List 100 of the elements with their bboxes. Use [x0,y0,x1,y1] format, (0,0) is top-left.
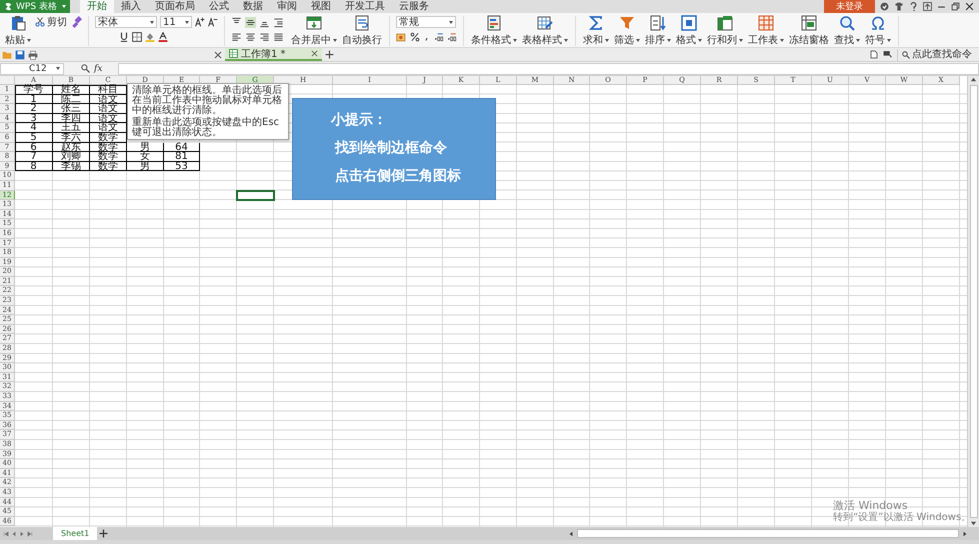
conditional-format-button[interactable]: 条件格式 [470,14,518,47]
omega-icon[interactable] [870,15,886,31]
cell-cursor[interactable] [237,190,274,200]
zoom-icon[interactable] [81,64,90,73]
right-align-icon[interactable] [259,32,270,42]
menu-tab[interactable]: 云服务 [392,0,436,13]
shirt-icon[interactable] [894,2,904,11]
freeze-panes-button[interactable]: 冻结窗格 [788,14,830,47]
cut-button[interactable]: 剪切 [35,15,67,29]
paste-button[interactable]: 粘贴 [4,14,32,47]
wrap-text-button[interactable]: 自动换行 [341,14,383,47]
login-button[interactable]: 未登录 [824,0,875,13]
pin-icon[interactable] [923,2,932,11]
number-format-dropdown[interactable]: 常规 [396,16,456,28]
underline-icon[interactable] [119,32,129,42]
cell-grid-icon[interactable] [681,15,697,31]
table-cell: 女 [127,152,164,162]
name-box[interactable]: C12 [0,62,64,74]
help-icon[interactable] [909,2,918,11]
merge-cells-icon[interactable] [306,15,322,31]
table-cell: 6 [15,142,53,152]
border-icon[interactable] [132,32,142,42]
scroll-left-icon[interactable] [568,530,574,536]
magnifier-icon[interactable] [839,15,855,31]
sigma-icon[interactable] [588,15,604,31]
print-icon[interactable] [28,50,38,60]
menu-tab[interactable]: 审阅 [270,0,304,13]
center-align-icon[interactable] [245,32,256,42]
menu-tab[interactable]: 开发工具 [338,0,392,13]
worksheet-button[interactable]: 工作表 [747,14,785,47]
table-cell: 3 [15,114,53,124]
rows-columns-icon[interactable] [717,15,733,31]
table-cell: 男 [127,142,164,152]
next-sheet-icon[interactable] [19,530,25,536]
table-cell: 64 [164,142,200,152]
currency-icon[interactable] [396,32,407,42]
menu-tab[interactable]: 视图 [304,0,338,13]
table-cell: 赵东 [53,142,90,152]
format-button[interactable]: 格式 [675,14,703,47]
menu-tab[interactable]: 数据 [236,0,270,13]
scissors-icon[interactable] [35,17,45,27]
function-label[interactable]: fx [94,64,102,74]
caret-icon [27,38,31,42]
sort-icon[interactable] [650,15,666,31]
close-icon[interactable] [214,50,222,58]
font-color-icon[interactable] [158,32,168,42]
format-painter-icon[interactable] [70,16,82,28]
sort-button[interactable]: 排序 [644,14,672,47]
middle-align-icon[interactable] [245,16,256,28]
clipboard-icon[interactable] [10,15,26,31]
save-icon[interactable] [15,50,25,60]
horizontal-scrollbar[interactable] [577,529,959,538]
restore-icon[interactable] [951,2,960,11]
add-sheet-icon[interactable] [99,529,108,538]
document-tab[interactable]: 工作簿1 * [225,48,322,61]
close-icon[interactable] [311,50,318,57]
filter-button[interactable]: 筛选 [613,14,641,47]
menu-tab[interactable]: 页面布局 [148,0,202,13]
menu-tab[interactable]: 开始 [80,0,114,13]
font-name-dropdown[interactable]: 宋体 [95,16,157,28]
command-search-field[interactable]: 点此查找命令 [912,48,976,60]
document-icon[interactable] [870,50,878,59]
vertical-scrollbar[interactable] [970,85,978,518]
skin-icon[interactable] [880,2,889,11]
previous-sheet-icon[interactable] [11,530,17,536]
scroll-right-icon[interactable] [962,530,968,536]
conditional-format-icon[interactable] [486,15,502,31]
last-sheet-icon[interactable] [27,530,33,536]
increase-font-icon[interactable] [195,17,205,27]
menu-tab[interactable]: 插入 [114,0,148,13]
font-size-dropdown[interactable]: 11 [160,16,192,28]
app-menu-button[interactable]: WPS 表格 [0,0,70,13]
plus-icon[interactable] [325,50,334,59]
table-cell: 8 [15,162,53,172]
table-style-icon[interactable] [537,15,553,31]
indent-icon[interactable] [273,16,284,28]
wrap-text-icon[interactable] [354,15,370,31]
search-icon[interactable] [902,50,910,58]
increase-decimal-icon[interactable] [434,32,444,42]
freeze-panes-icon[interactable] [801,15,817,31]
logo-icon[interactable] [4,2,13,11]
formula-input[interactable] [118,62,979,74]
sheet-tab[interactable]: Sheet1 [53,527,98,540]
sum-button[interactable]: 求和 [582,14,610,47]
rows-columns-button[interactable]: 行和列 [706,14,744,47]
percent-icon[interactable] [410,32,420,42]
close-icon[interactable] [965,2,974,11]
menu-tab[interactable]: 公式 [202,0,236,13]
merge-center-button[interactable]: 合并居中 [290,14,338,47]
symbol-button[interactable]: 符号 [864,14,892,47]
funnel-icon[interactable] [619,15,635,31]
table-style-button[interactable]: 表格样式 [521,14,569,47]
decrease-decimal-icon[interactable] [447,32,457,42]
left-align-icon[interactable] [231,32,242,42]
distributed-align-icon[interactable] [273,32,284,42]
decrease-font-icon[interactable] [208,17,218,27]
worksheet-icon[interactable] [758,15,774,31]
first-sheet-icon[interactable] [3,530,9,536]
find-button[interactable]: 查找 [833,14,861,47]
fill-color-icon[interactable] [145,32,155,42]
